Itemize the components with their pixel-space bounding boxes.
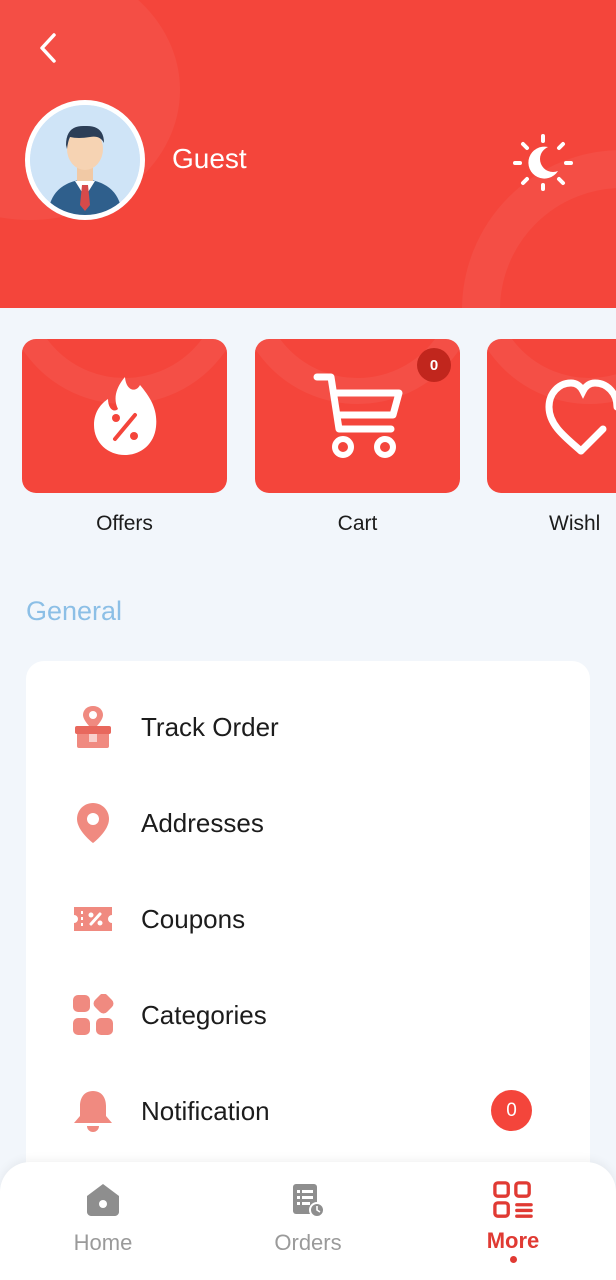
active-nav-indicator xyxy=(510,1256,517,1263)
offers-label: Offers xyxy=(96,512,153,535)
coupon-icon xyxy=(70,896,116,942)
nav-label: Orders xyxy=(274,1230,342,1255)
orders-icon xyxy=(288,1180,328,1220)
offer-flame-icon xyxy=(94,377,157,455)
menu-item-categories[interactable]: Categories xyxy=(26,967,590,1063)
wishlist-tile[interactable] xyxy=(487,339,616,493)
menu-item-addresses[interactable]: Addresses xyxy=(26,775,590,871)
user-name: Guest xyxy=(172,143,247,174)
wishlist-label: Wishl xyxy=(549,512,601,535)
heart-icon xyxy=(545,379,616,455)
home-icon xyxy=(83,1180,123,1220)
nav-home[interactable]: Home xyxy=(33,1180,173,1270)
menu-item-label: Track Order xyxy=(141,711,279,742)
offers-tile[interactable] xyxy=(22,339,227,493)
menu-item-label: Coupons xyxy=(141,903,246,934)
menu-item-track-order[interactable]: Track Order xyxy=(26,679,590,775)
cart-count-badge: 0 xyxy=(417,348,451,382)
categories-icon xyxy=(70,992,116,1038)
avatar[interactable] xyxy=(25,100,145,220)
nav-label: More xyxy=(486,1228,540,1253)
cart-icon xyxy=(313,373,403,458)
location-pin-icon xyxy=(70,800,116,846)
nav-orders[interactable]: Orders xyxy=(238,1180,378,1270)
menu-item-label: Notification xyxy=(141,1095,270,1126)
menu-item-coupons[interactable]: Coupons xyxy=(26,871,590,967)
theme-toggle-button[interactable] xyxy=(510,131,576,193)
more-grid-icon xyxy=(493,1180,533,1220)
user-avatar-icon xyxy=(30,105,140,215)
back-button[interactable] xyxy=(28,28,68,68)
section-title-general: General xyxy=(26,596,123,626)
chevron-left-icon xyxy=(40,33,56,63)
menu-item-label: Categories xyxy=(141,999,267,1030)
cart-label: Cart xyxy=(337,512,378,535)
nav-label: Home xyxy=(73,1230,133,1255)
notification-count-badge: 0 xyxy=(491,1090,532,1131)
moon-sun-icon xyxy=(513,134,573,191)
track-order-icon xyxy=(70,704,116,750)
menu-item-label: Addresses xyxy=(141,807,264,838)
bell-icon xyxy=(70,1088,116,1134)
